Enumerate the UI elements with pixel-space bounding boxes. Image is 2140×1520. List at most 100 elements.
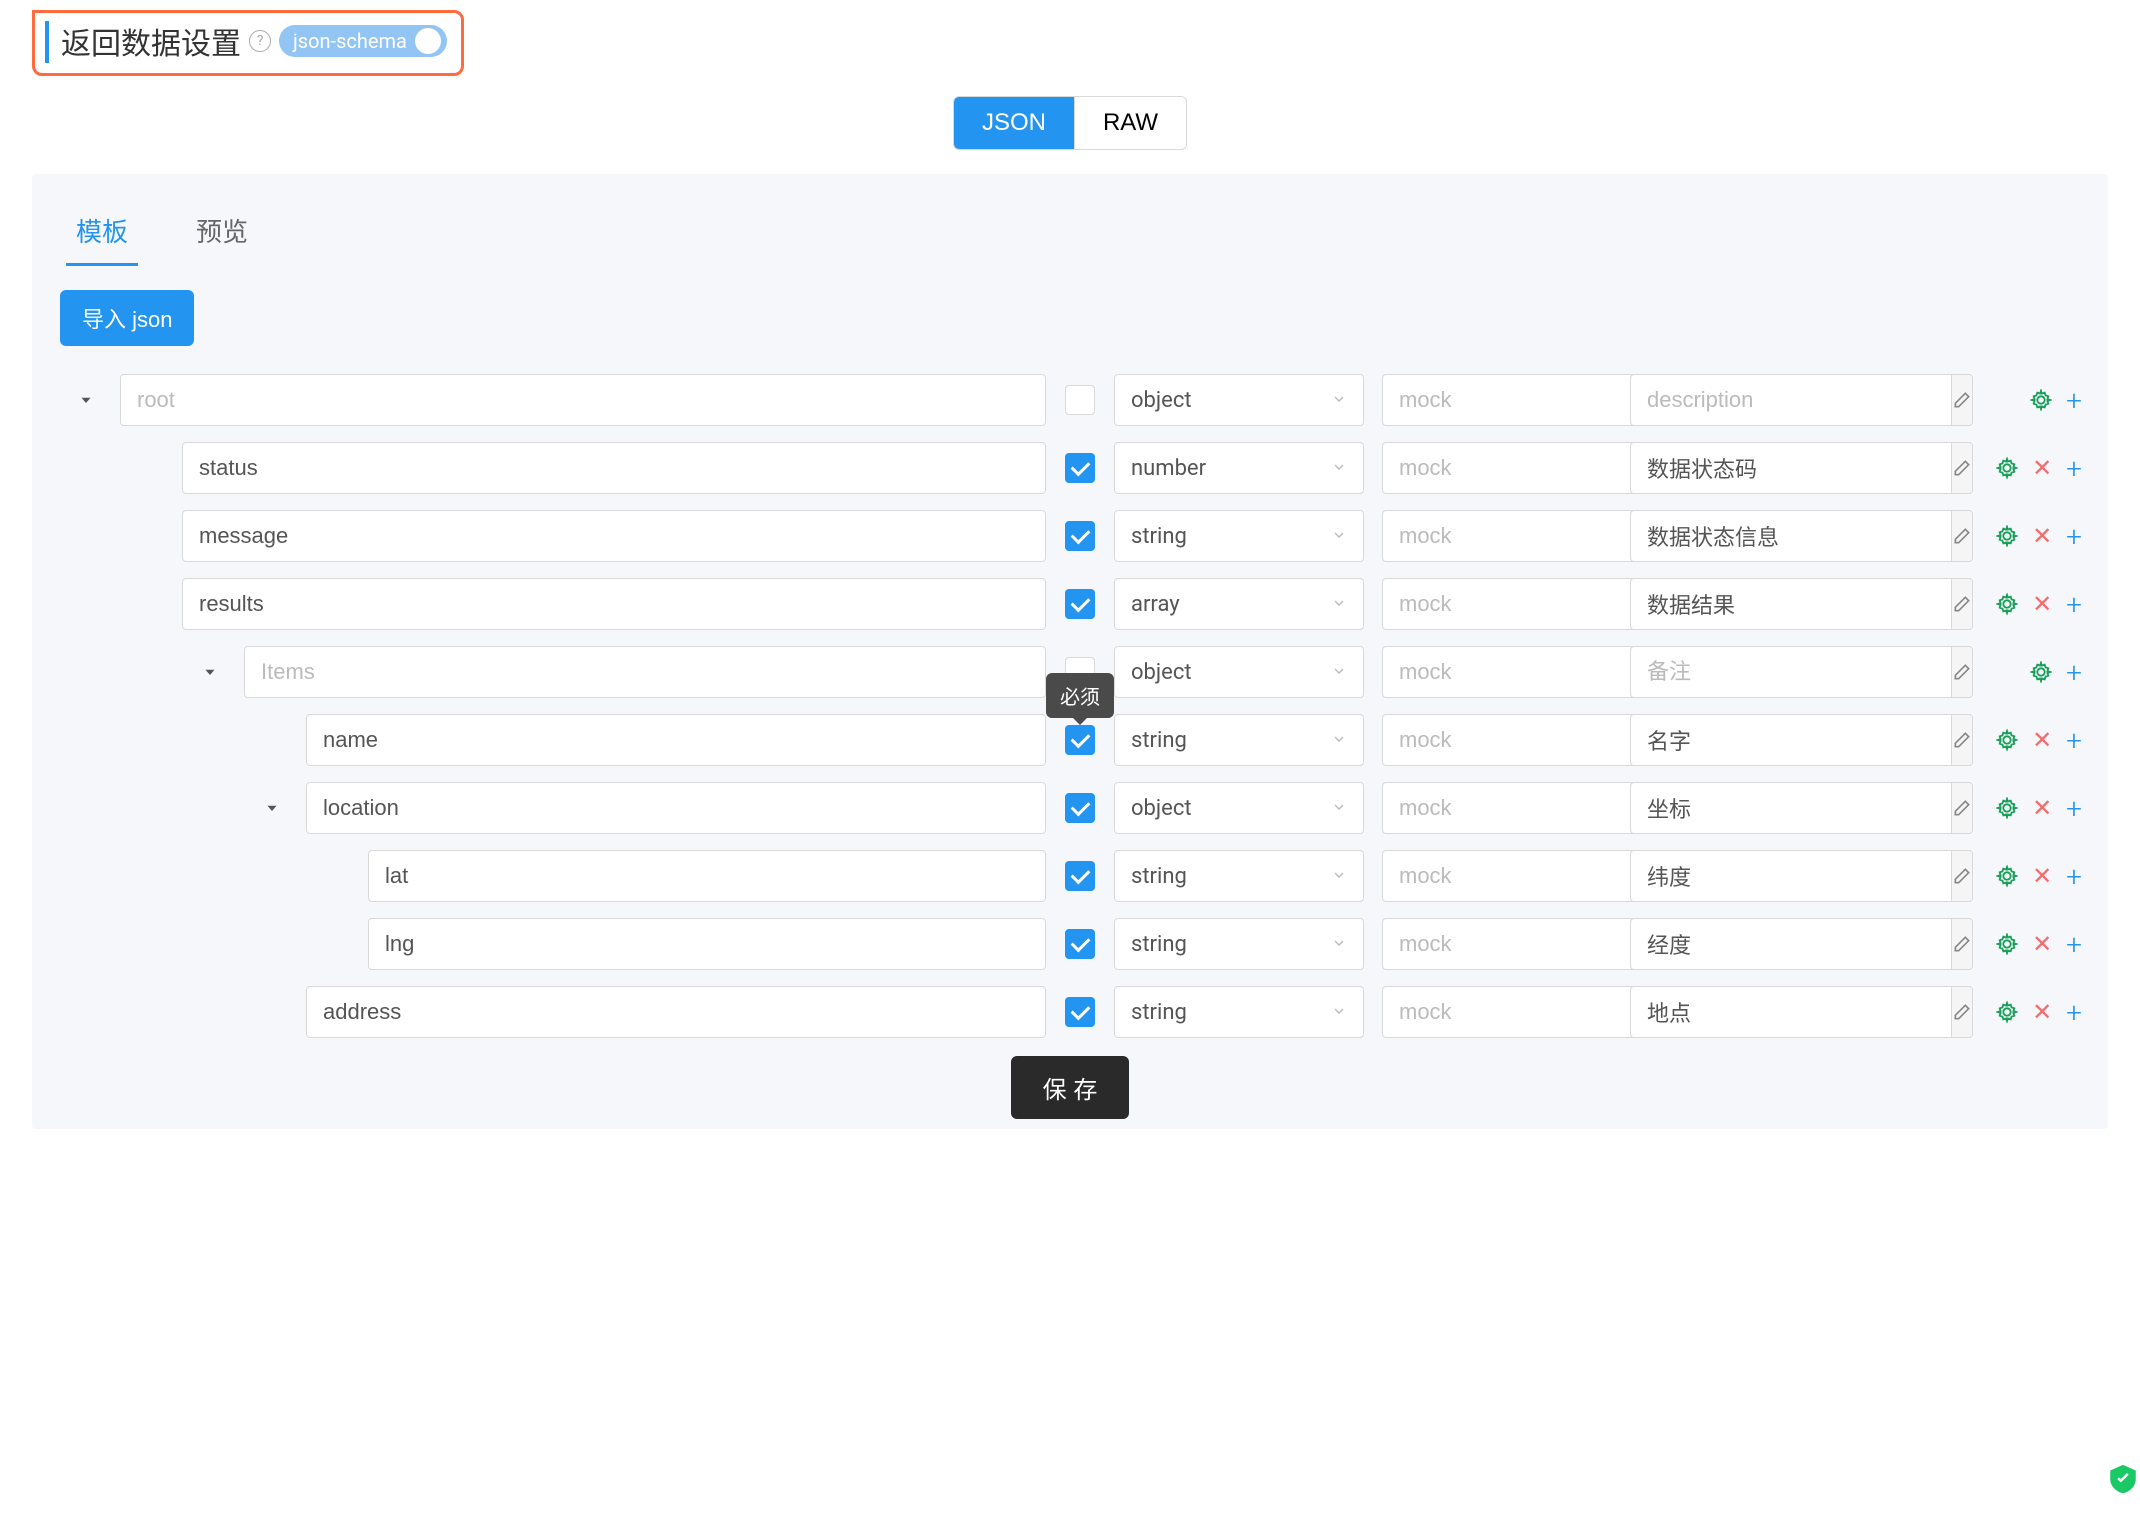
schema-row: object +	[52, 374, 2088, 426]
description-input[interactable]	[1630, 714, 1951, 766]
required-checkbox[interactable]	[1065, 453, 1095, 483]
add-icon[interactable]: +	[2066, 928, 2082, 961]
description-edit-icon[interactable]	[1951, 986, 1973, 1038]
toggle-knob	[415, 28, 441, 54]
description-edit-icon[interactable]	[1951, 578, 1973, 630]
add-icon[interactable]: +	[2066, 588, 2082, 621]
add-icon[interactable]: +	[2066, 520, 2082, 553]
chevron-down-icon	[1331, 728, 1347, 753]
import-json-button[interactable]: 导入 json	[60, 290, 194, 346]
required-tooltip: 必须	[1046, 673, 1114, 718]
schema-row: string ✕ +	[52, 918, 2088, 970]
schema-row: number ✕ +	[52, 442, 2088, 494]
type-select[interactable]: object	[1114, 646, 1364, 698]
type-select[interactable]: object	[1114, 782, 1364, 834]
delete-icon[interactable]: ✕	[2032, 522, 2052, 550]
delete-icon[interactable]: ✕	[2032, 862, 2052, 890]
add-icon[interactable]: +	[2066, 724, 2082, 757]
description-edit-icon[interactable]	[1951, 782, 1973, 834]
description-input[interactable]	[1630, 510, 1951, 562]
field-name-input[interactable]	[306, 782, 1046, 834]
add-icon[interactable]: +	[2066, 792, 2082, 825]
required-checkbox[interactable]	[1065, 521, 1095, 551]
type-select[interactable]: number	[1114, 442, 1364, 494]
required-checkbox[interactable]	[1065, 385, 1095, 415]
type-select[interactable]: array	[1114, 578, 1364, 630]
schema-row: string ✕ +	[52, 510, 2088, 562]
save-button[interactable]: 保 存	[1011, 1056, 1130, 1119]
required-checkbox[interactable]	[1065, 929, 1095, 959]
required-checkbox[interactable]	[1065, 997, 1095, 1027]
required-checkbox[interactable]	[1065, 793, 1095, 823]
add-icon[interactable]: +	[2066, 996, 2082, 1029]
description-input[interactable]	[1630, 918, 1951, 970]
collapse-caret-icon[interactable]	[70, 391, 102, 409]
settings-gear-icon[interactable]	[1996, 1001, 2018, 1023]
settings-gear-icon[interactable]	[2030, 661, 2052, 683]
description-edit-icon[interactable]	[1951, 510, 1973, 562]
description-input[interactable]	[1630, 850, 1951, 902]
field-name-input[interactable]	[182, 510, 1046, 562]
field-name-input[interactable]	[368, 850, 1046, 902]
description-edit-icon[interactable]	[1951, 918, 1973, 970]
delete-icon[interactable]: ✕	[2032, 930, 2052, 958]
schema-row: string ✕ +	[52, 850, 2088, 902]
settings-gear-icon[interactable]	[2030, 389, 2052, 411]
description-input[interactable]	[1630, 374, 1951, 426]
delete-icon[interactable]: ✕	[2032, 590, 2052, 618]
description-input[interactable]	[1630, 646, 1951, 698]
collapse-caret-icon[interactable]	[194, 663, 226, 681]
type-select[interactable]: string	[1114, 918, 1364, 970]
settings-gear-icon[interactable]	[1996, 865, 2018, 887]
header-section: 返回数据设置 ? json-schema	[32, 0, 2108, 96]
settings-gear-icon[interactable]	[1996, 457, 2018, 479]
delete-icon[interactable]: ✕	[2032, 794, 2052, 822]
field-name-input[interactable]	[182, 442, 1046, 494]
settings-gear-icon[interactable]	[1996, 933, 2018, 955]
description-input[interactable]	[1630, 442, 1951, 494]
tab-template[interactable]: 模板	[66, 198, 138, 266]
description-input[interactable]	[1630, 782, 1951, 834]
type-select[interactable]: object	[1114, 374, 1364, 426]
add-icon[interactable]: +	[2066, 656, 2082, 689]
description-edit-icon[interactable]	[1951, 714, 1973, 766]
field-name-input[interactable]	[368, 918, 1046, 970]
description-input[interactable]	[1630, 578, 1951, 630]
settings-gear-icon[interactable]	[1996, 797, 2018, 819]
type-select[interactable]: string	[1114, 850, 1364, 902]
delete-icon[interactable]: ✕	[2032, 726, 2052, 754]
chevron-down-icon	[1331, 932, 1347, 957]
delete-icon[interactable]: ✕	[2032, 454, 2052, 482]
field-name-input[interactable]	[182, 578, 1046, 630]
field-name-input	[244, 646, 1046, 698]
description-edit-icon[interactable]	[1951, 646, 1973, 698]
chevron-down-icon	[1331, 592, 1347, 617]
required-checkbox[interactable]	[1065, 589, 1095, 619]
page-title: 返回数据设置	[35, 19, 241, 63]
type-select[interactable]: string	[1114, 986, 1364, 1038]
required-checkbox[interactable]	[1065, 861, 1095, 891]
settings-gear-icon[interactable]	[1996, 525, 2018, 547]
delete-icon[interactable]: ✕	[2032, 998, 2052, 1026]
description-edit-icon[interactable]	[1951, 374, 1973, 426]
view-raw-button[interactable]: RAW	[1075, 97, 1186, 149]
schema-panel: 模板 预览 导入 json object + number ✕ + string ✕ + arr…	[32, 174, 2108, 1129]
collapse-caret-icon[interactable]	[256, 799, 288, 817]
description-edit-icon[interactable]	[1951, 850, 1973, 902]
field-name-input[interactable]	[306, 714, 1046, 766]
chevron-down-icon	[1331, 1000, 1347, 1025]
add-icon[interactable]: +	[2066, 860, 2082, 893]
type-select[interactable]: string	[1114, 714, 1364, 766]
add-icon[interactable]: +	[2066, 452, 2082, 485]
add-icon[interactable]: +	[2066, 384, 2082, 417]
settings-gear-icon[interactable]	[1996, 593, 2018, 615]
json-schema-toggle[interactable]: json-schema	[279, 25, 447, 57]
field-name-input[interactable]	[306, 986, 1046, 1038]
description-input[interactable]	[1630, 986, 1951, 1038]
type-select[interactable]: string	[1114, 510, 1364, 562]
tab-preview[interactable]: 预览	[186, 198, 258, 266]
description-edit-icon[interactable]	[1951, 442, 1973, 494]
help-icon[interactable]: ?	[249, 30, 271, 52]
view-json-button[interactable]: JSON	[954, 97, 1075, 149]
settings-gear-icon[interactable]	[1996, 729, 2018, 751]
